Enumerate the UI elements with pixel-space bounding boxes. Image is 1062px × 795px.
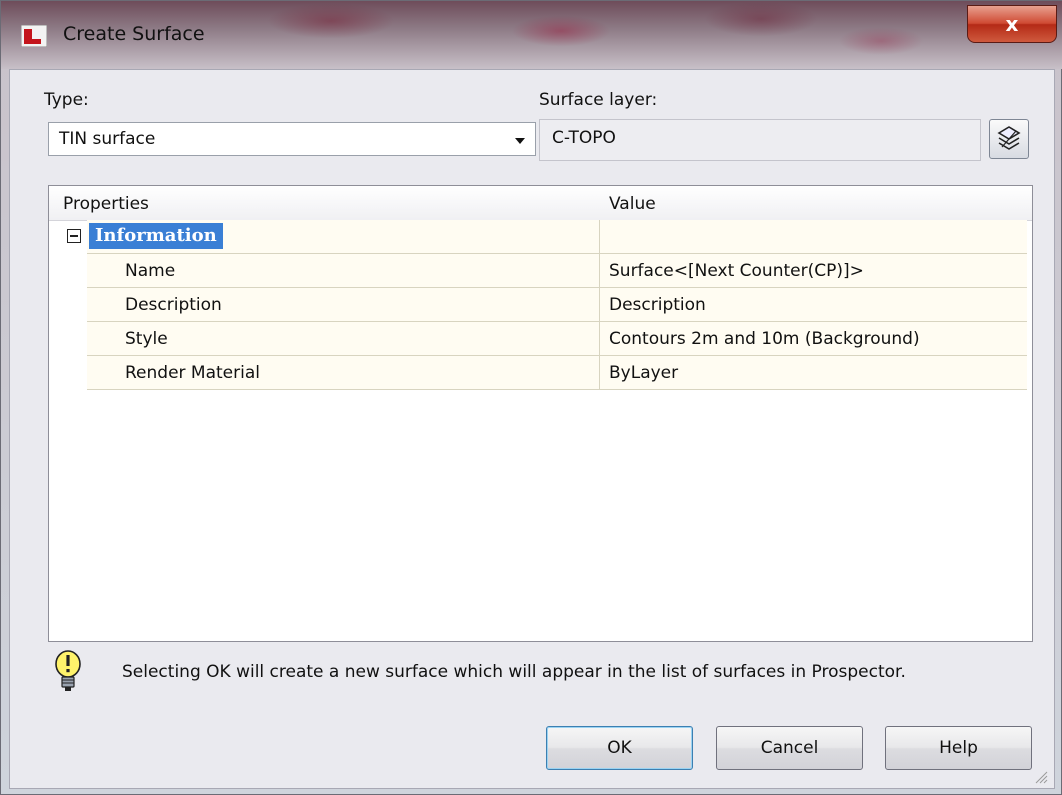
surface-layer-label: Surface layer: (539, 90, 658, 110)
properties-grid: Properties Value Information Name Surfac… (48, 185, 1033, 642)
chevron-down-icon (515, 138, 525, 144)
property-value: Surface<[Next Counter(CP)]> (609, 261, 864, 281)
property-cell: Style (87, 322, 600, 356)
grid-header: Properties Value (49, 186, 1032, 221)
property-value: Description (609, 295, 706, 315)
category-cell: Information (87, 220, 600, 254)
property-row-style[interactable]: Style Contours 2m and 10m (Background) (49, 322, 1027, 356)
app-icon (21, 25, 47, 47)
close-button[interactable]: x (967, 5, 1057, 43)
resize-grip-icon[interactable] (1034, 770, 1048, 784)
property-row-description[interactable]: Description Description (49, 288, 1027, 322)
surface-layer-field: C-TOPO (539, 119, 981, 161)
column-header-properties: Properties (63, 194, 149, 214)
column-header-value: Value (609, 194, 656, 214)
cancel-button[interactable]: Cancel (716, 726, 863, 770)
property-value: ByLayer (609, 363, 679, 383)
surface-layer-value: C-TOPO (552, 128, 616, 148)
layers-icon (997, 126, 1021, 150)
property-row-render-material[interactable]: Render Material ByLayer (49, 356, 1027, 390)
info-message: Selecting OK will create a new surface w… (122, 662, 906, 682)
select-layer-button[interactable] (989, 119, 1029, 159)
category-row-information[interactable]: Information (49, 220, 1027, 254)
value-cell[interactable]: Contours 2m and 10m (Background) (600, 322, 1027, 356)
value-cell[interactable]: ByLayer (600, 356, 1027, 390)
property-cell: Name (87, 254, 600, 288)
type-dropdown-value: TIN surface (59, 129, 156, 149)
category-value-cell (600, 220, 1027, 254)
type-dropdown[interactable]: TIN surface (48, 122, 536, 156)
category-label: Information (89, 223, 223, 249)
value-cell[interactable]: Description (600, 288, 1027, 322)
type-label: Type: (44, 90, 89, 110)
property-label: Description (125, 295, 222, 315)
value-cell[interactable]: Surface<[Next Counter(CP)]> (600, 254, 1027, 288)
property-value: Contours 2m and 10m (Background) (609, 329, 920, 349)
title-bar[interactable]: Create Surface x (1, 1, 1062, 69)
collapse-icon[interactable] (67, 229, 81, 243)
lightbulb-icon (55, 650, 81, 691)
property-label: Name (125, 261, 176, 281)
property-cell: Description (87, 288, 600, 322)
dialog-content: Type: TIN surface Surface layer: C-TOPO … (9, 69, 1055, 789)
property-row-name[interactable]: Name Surface<[Next Counter(CP)]> (49, 254, 1027, 288)
window-title: Create Surface (63, 23, 205, 45)
property-cell: Render Material (87, 356, 600, 390)
property-label: Style (125, 329, 168, 349)
help-button[interactable]: Help (885, 726, 1032, 770)
ok-button[interactable]: OK (546, 726, 693, 770)
close-icon: x (1005, 12, 1019, 36)
dialog-window: Create Surface x Type: TIN surface Surfa… (0, 0, 1062, 795)
property-label: Render Material (125, 363, 260, 383)
